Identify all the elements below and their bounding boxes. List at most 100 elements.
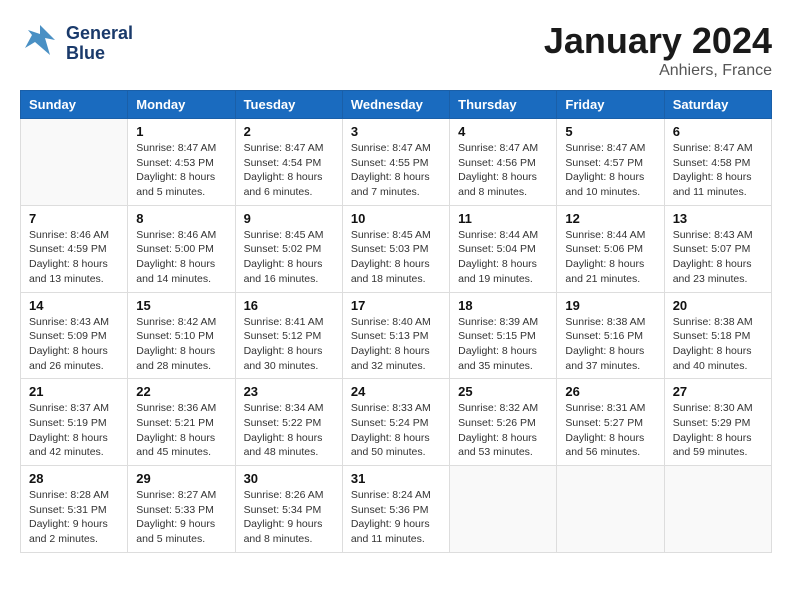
calendar-cell <box>21 119 128 206</box>
day-info: Sunrise: 8:41 AMSunset: 5:12 PMDaylight:… <box>244 315 334 374</box>
day-number: 30 <box>244 471 334 486</box>
calendar-week-row: 14 Sunrise: 8:43 AMSunset: 5:09 PMDaylig… <box>21 292 772 379</box>
day-number: 8 <box>136 211 226 226</box>
calendar-cell: 25 Sunrise: 8:32 AMSunset: 5:26 PMDaylig… <box>450 379 557 466</box>
day-info: Sunrise: 8:46 AMSunset: 5:00 PMDaylight:… <box>136 228 226 287</box>
logo-text: General Blue <box>66 24 133 64</box>
month-title: January 2024 <box>544 20 772 62</box>
day-number: 15 <box>136 298 226 313</box>
weekday-header-cell: Friday <box>557 91 664 119</box>
day-number: 26 <box>565 384 655 399</box>
weekday-header-row: SundayMondayTuesdayWednesdayThursdayFrid… <box>21 91 772 119</box>
calendar-cell <box>450 466 557 553</box>
calendar-week-row: 1 Sunrise: 8:47 AMSunset: 4:53 PMDayligh… <box>21 119 772 206</box>
day-number: 2 <box>244 124 334 139</box>
day-number: 11 <box>458 211 548 226</box>
day-info: Sunrise: 8:32 AMSunset: 5:26 PMDaylight:… <box>458 401 548 460</box>
weekday-header-cell: Wednesday <box>342 91 449 119</box>
day-number: 23 <box>244 384 334 399</box>
calendar-cell: 1 Sunrise: 8:47 AMSunset: 4:53 PMDayligh… <box>128 119 235 206</box>
calendar-cell: 10 Sunrise: 8:45 AMSunset: 5:03 PMDaylig… <box>342 205 449 292</box>
calendar-cell: 5 Sunrise: 8:47 AMSunset: 4:57 PMDayligh… <box>557 119 664 206</box>
day-info: Sunrise: 8:45 AMSunset: 5:03 PMDaylight:… <box>351 228 441 287</box>
day-number: 17 <box>351 298 441 313</box>
day-info: Sunrise: 8:27 AMSunset: 5:33 PMDaylight:… <box>136 488 226 547</box>
calendar-body: 1 Sunrise: 8:47 AMSunset: 4:53 PMDayligh… <box>21 119 772 553</box>
calendar-cell: 4 Sunrise: 8:47 AMSunset: 4:56 PMDayligh… <box>450 119 557 206</box>
day-number: 10 <box>351 211 441 226</box>
calendar-cell: 30 Sunrise: 8:26 AMSunset: 5:34 PMDaylig… <box>235 466 342 553</box>
calendar-cell: 8 Sunrise: 8:46 AMSunset: 5:00 PMDayligh… <box>128 205 235 292</box>
day-info: Sunrise: 8:31 AMSunset: 5:27 PMDaylight:… <box>565 401 655 460</box>
day-number: 31 <box>351 471 441 486</box>
day-info: Sunrise: 8:37 AMSunset: 5:19 PMDaylight:… <box>29 401 119 460</box>
calendar-cell: 17 Sunrise: 8:40 AMSunset: 5:13 PMDaylig… <box>342 292 449 379</box>
calendar-cell: 6 Sunrise: 8:47 AMSunset: 4:58 PMDayligh… <box>664 119 771 206</box>
calendar-cell: 9 Sunrise: 8:45 AMSunset: 5:02 PMDayligh… <box>235 205 342 292</box>
day-number: 22 <box>136 384 226 399</box>
calendar-cell: 22 Sunrise: 8:36 AMSunset: 5:21 PMDaylig… <box>128 379 235 466</box>
day-info: Sunrise: 8:38 AMSunset: 5:16 PMDaylight:… <box>565 315 655 374</box>
calendar-cell: 16 Sunrise: 8:41 AMSunset: 5:12 PMDaylig… <box>235 292 342 379</box>
calendar-cell: 27 Sunrise: 8:30 AMSunset: 5:29 PMDaylig… <box>664 379 771 466</box>
day-info: Sunrise: 8:36 AMSunset: 5:21 PMDaylight:… <box>136 401 226 460</box>
day-info: Sunrise: 8:24 AMSunset: 5:36 PMDaylight:… <box>351 488 441 547</box>
calendar-cell: 26 Sunrise: 8:31 AMSunset: 5:27 PMDaylig… <box>557 379 664 466</box>
calendar-cell <box>664 466 771 553</box>
calendar-cell: 12 Sunrise: 8:44 AMSunset: 5:06 PMDaylig… <box>557 205 664 292</box>
calendar-cell: 11 Sunrise: 8:44 AMSunset: 5:04 PMDaylig… <box>450 205 557 292</box>
day-number: 29 <box>136 471 226 486</box>
day-number: 14 <box>29 298 119 313</box>
day-info: Sunrise: 8:34 AMSunset: 5:22 PMDaylight:… <box>244 401 334 460</box>
weekday-header-cell: Tuesday <box>235 91 342 119</box>
weekday-header-cell: Thursday <box>450 91 557 119</box>
day-info: Sunrise: 8:47 AMSunset: 4:57 PMDaylight:… <box>565 141 655 200</box>
calendar-week-row: 7 Sunrise: 8:46 AMSunset: 4:59 PMDayligh… <box>21 205 772 292</box>
day-info: Sunrise: 8:26 AMSunset: 5:34 PMDaylight:… <box>244 488 334 547</box>
calendar-week-row: 28 Sunrise: 8:28 AMSunset: 5:31 PMDaylig… <box>21 466 772 553</box>
day-info: Sunrise: 8:30 AMSunset: 5:29 PMDaylight:… <box>673 401 763 460</box>
day-info: Sunrise: 8:47 AMSunset: 4:58 PMDaylight:… <box>673 141 763 200</box>
day-number: 16 <box>244 298 334 313</box>
logo: General Blue <box>20 20 133 67</box>
day-number: 12 <box>565 211 655 226</box>
day-info: Sunrise: 8:42 AMSunset: 5:10 PMDaylight:… <box>136 315 226 374</box>
calendar-cell: 7 Sunrise: 8:46 AMSunset: 4:59 PMDayligh… <box>21 205 128 292</box>
day-number: 3 <box>351 124 441 139</box>
day-info: Sunrise: 8:47 AMSunset: 4:55 PMDaylight:… <box>351 141 441 200</box>
day-number: 13 <box>673 211 763 226</box>
day-number: 1 <box>136 124 226 139</box>
day-number: 9 <box>244 211 334 226</box>
calendar-cell: 14 Sunrise: 8:43 AMSunset: 5:09 PMDaylig… <box>21 292 128 379</box>
calendar-cell: 15 Sunrise: 8:42 AMSunset: 5:10 PMDaylig… <box>128 292 235 379</box>
calendar-cell: 23 Sunrise: 8:34 AMSunset: 5:22 PMDaylig… <box>235 379 342 466</box>
day-info: Sunrise: 8:44 AMSunset: 5:04 PMDaylight:… <box>458 228 548 287</box>
day-info: Sunrise: 8:28 AMSunset: 5:31 PMDaylight:… <box>29 488 119 547</box>
day-info: Sunrise: 8:38 AMSunset: 5:18 PMDaylight:… <box>673 315 763 374</box>
day-number: 24 <box>351 384 441 399</box>
title-area: January 2024 Anhiers, France <box>544 20 772 80</box>
day-info: Sunrise: 8:47 AMSunset: 4:56 PMDaylight:… <box>458 141 548 200</box>
calendar-cell: 2 Sunrise: 8:47 AMSunset: 4:54 PMDayligh… <box>235 119 342 206</box>
calendar-cell: 21 Sunrise: 8:37 AMSunset: 5:19 PMDaylig… <box>21 379 128 466</box>
calendar-cell: 19 Sunrise: 8:38 AMSunset: 5:16 PMDaylig… <box>557 292 664 379</box>
day-number: 27 <box>673 384 763 399</box>
calendar-cell: 13 Sunrise: 8:43 AMSunset: 5:07 PMDaylig… <box>664 205 771 292</box>
logo-icon <box>20 20 60 67</box>
calendar-cell: 28 Sunrise: 8:28 AMSunset: 5:31 PMDaylig… <box>21 466 128 553</box>
page-header: General Blue January 2024 Anhiers, Franc… <box>20 20 772 80</box>
day-number: 7 <box>29 211 119 226</box>
calendar-cell: 20 Sunrise: 8:38 AMSunset: 5:18 PMDaylig… <box>664 292 771 379</box>
weekday-header-cell: Saturday <box>664 91 771 119</box>
day-number: 20 <box>673 298 763 313</box>
day-info: Sunrise: 8:33 AMSunset: 5:24 PMDaylight:… <box>351 401 441 460</box>
day-number: 28 <box>29 471 119 486</box>
weekday-header-cell: Sunday <box>21 91 128 119</box>
day-number: 5 <box>565 124 655 139</box>
day-info: Sunrise: 8:45 AMSunset: 5:02 PMDaylight:… <box>244 228 334 287</box>
day-info: Sunrise: 8:44 AMSunset: 5:06 PMDaylight:… <box>565 228 655 287</box>
calendar-cell: 3 Sunrise: 8:47 AMSunset: 4:55 PMDayligh… <box>342 119 449 206</box>
calendar-cell: 18 Sunrise: 8:39 AMSunset: 5:15 PMDaylig… <box>450 292 557 379</box>
day-info: Sunrise: 8:47 AMSunset: 4:53 PMDaylight:… <box>136 141 226 200</box>
location-title: Anhiers, France <box>544 62 772 80</box>
